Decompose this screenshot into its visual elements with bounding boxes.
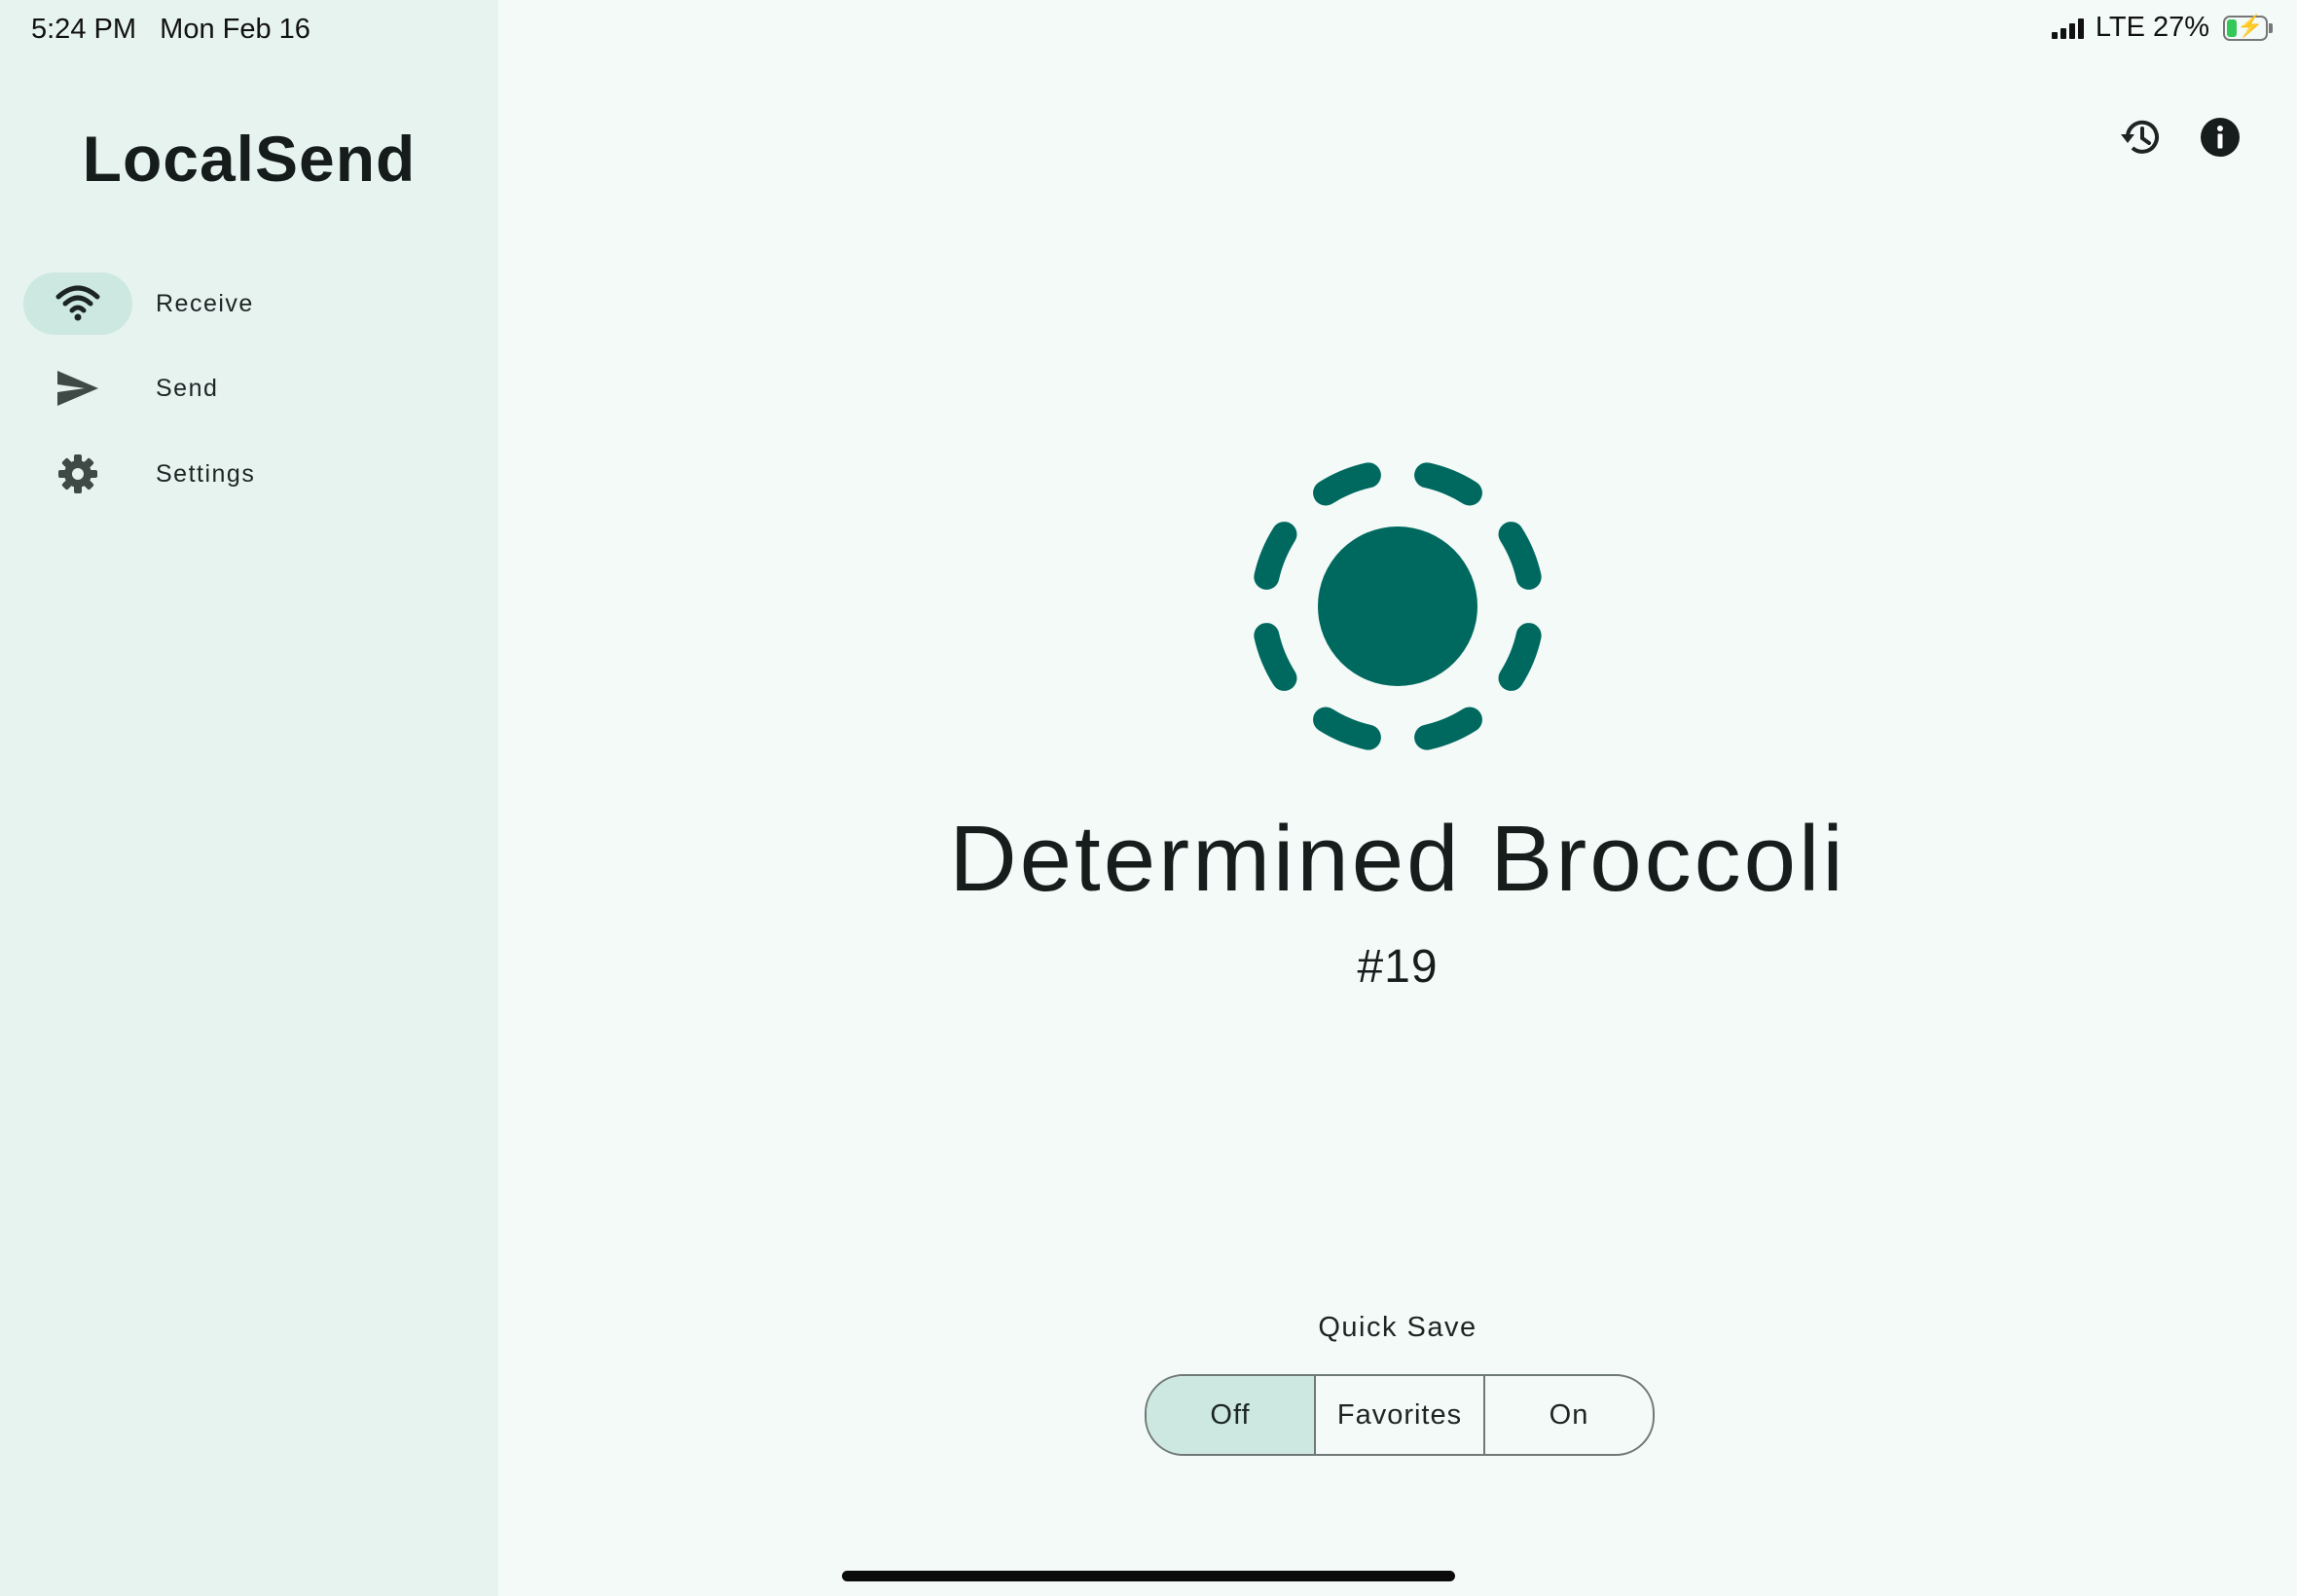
status-bar-right: LTE 27% ⚡: [2051, 12, 2273, 44]
send-icon: [23, 357, 132, 419]
device-id: #19: [1357, 941, 1439, 993]
info-icon[interactable]: [2198, 115, 2242, 160]
status-bar-time: 5:24 PM Mon Feb 16: [31, 14, 310, 46]
device-name: Determined Broccoli: [949, 807, 1846, 911]
sidebar-item-send[interactable]: Send: [23, 357, 471, 419]
app-title: LocalSend: [82, 123, 417, 195]
status-date: Mon Feb 16: [160, 14, 310, 45]
sidebar-item-label: Receive: [156, 289, 254, 317]
quick-save-favorites-option[interactable]: Favorites: [1316, 1376, 1485, 1454]
wifi-icon: [23, 272, 132, 335]
sidebar-item-settings[interactable]: Settings: [23, 443, 471, 505]
status-time: 5:24 PM: [31, 14, 136, 45]
signal-icon: [2051, 18, 2084, 39]
network-type: LTE: [2095, 12, 2145, 43]
logo-ring-segment: [1414, 707, 1482, 750]
logo-ring-segment: [1498, 623, 1542, 691]
logo-center-dot: [1318, 526, 1477, 686]
logo-ring-segment: [1254, 522, 1297, 590]
quick-save-label: Quick Save: [1318, 1312, 1477, 1343]
header-actions: [2118, 115, 2242, 160]
battery-percent: 27%: [2152, 12, 2209, 43]
logo-ring-segment: [1414, 462, 1482, 506]
quick-save-selector: Off Favorites On: [1145, 1374, 1655, 1456]
gear-icon: [23, 443, 132, 505]
home-indicator[interactable]: [842, 1571, 1455, 1581]
logo-ring-segment: [1254, 623, 1297, 691]
quick-save-on-option[interactable]: On: [1485, 1376, 1653, 1454]
history-icon[interactable]: [2118, 115, 2163, 160]
sidebar-item-label: Send: [156, 374, 219, 402]
sidebar-item-receive[interactable]: Receive: [23, 272, 471, 335]
logo-ring-segment: [1498, 522, 1542, 590]
battery-icon: ⚡: [2223, 14, 2273, 41]
localsend-logo: [1254, 462, 1542, 750]
sidebar-item-label: Settings: [156, 459, 256, 488]
logo-ring-segment: [1313, 707, 1381, 750]
logo-ring-segment: [1313, 462, 1381, 506]
quick-save-off-option[interactable]: Off: [1147, 1376, 1316, 1454]
sidebar: 5:24 PM Mon Feb 16 LocalSend Receive Sen…: [0, 0, 498, 1596]
